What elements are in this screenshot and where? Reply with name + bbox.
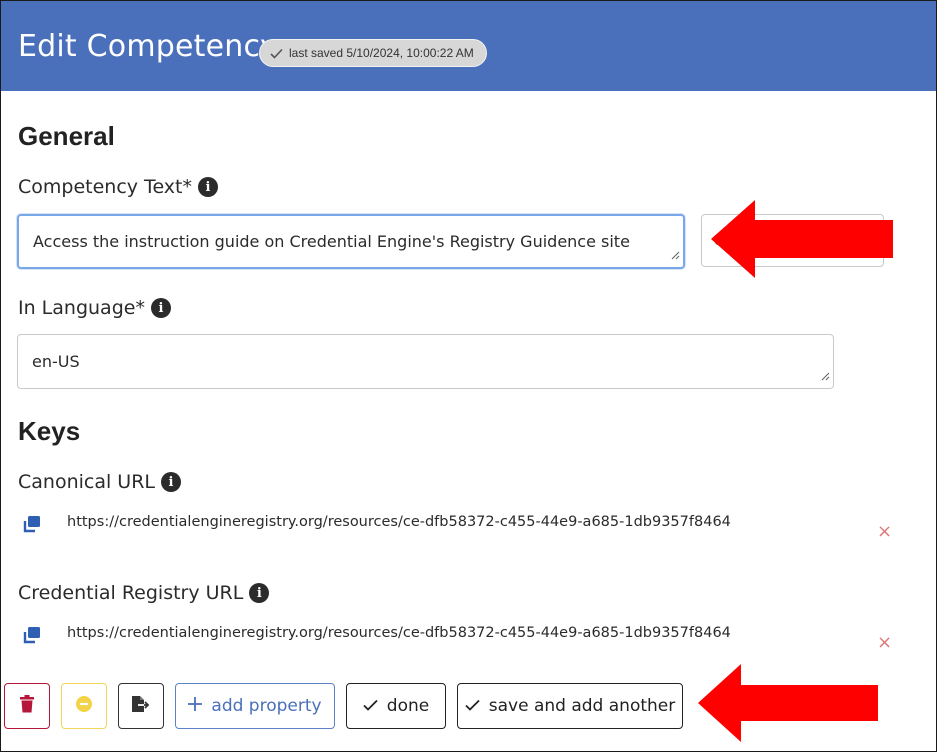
page-title: Edit Competency <box>18 29 279 64</box>
red-arrow <box>698 664 878 742</box>
minus-circle-icon <box>75 695 93 718</box>
plus-icon <box>188 696 203 716</box>
registry-url-value[interactable]: https://credentialengineregistry.org/res… <box>67 625 731 641</box>
info-icon[interactable]: i <box>249 583 270 603</box>
delete-button[interactable] <box>4 683 50 729</box>
competency-text-label: Competency Text* i <box>18 176 218 198</box>
remove-property-button[interactable] <box>61 683 107 729</box>
in-language-value: en-US <box>32 352 80 371</box>
close-icon[interactable]: × <box>877 632 892 653</box>
in-language-label-text: In Language* <box>18 297 145 319</box>
saved-status-badge: last saved 5/10/2024, 10:00:22 AM <box>259 39 487 67</box>
add-property-label: add property <box>211 696 322 716</box>
section-keys-title: Keys <box>18 416 81 446</box>
copy-icon[interactable] <box>21 513 43 540</box>
copy-icon[interactable] <box>21 624 43 651</box>
trash-icon <box>19 694 35 718</box>
save-and-add-another-label: save and add another <box>488 696 676 716</box>
check-icon <box>270 48 283 59</box>
section-general-title: General <box>18 121 115 151</box>
export-button[interactable] <box>118 683 164 729</box>
red-arrow <box>711 200 893 278</box>
check-icon <box>465 696 480 716</box>
info-icon[interactable]: i <box>198 177 218 197</box>
add-property-button[interactable]: add property <box>175 683 335 729</box>
in-language-label: In Language* i <box>18 297 171 319</box>
in-language-input[interactable]: en-US <box>17 334 834 389</box>
saved-status-text: last saved 5/10/2024, 10:00:22 AM <box>289 46 474 60</box>
canonical-url-row: https://credentialengineregistry.org/res… <box>21 513 881 543</box>
edit-competency-panel: Edit Competency last saved 5/10/2024, 10… <box>0 0 937 752</box>
competency-text-label-text: Competency Text* <box>18 176 192 198</box>
canonical-url-value[interactable]: https://credentialengineregistry.org/res… <box>67 514 731 530</box>
competency-text-value: Access the instruction guide on Credenti… <box>33 232 630 251</box>
done-label: done <box>386 696 430 716</box>
resize-grip-icon[interactable] <box>821 366 830 385</box>
panel-header: Edit Competency last saved 5/10/2024, 10… <box>1 1 936 91</box>
export-icon <box>131 695 151 718</box>
resize-grip-icon[interactable] <box>671 245 680 264</box>
info-icon[interactable]: i <box>150 298 171 318</box>
done-button[interactable]: done <box>346 683 446 729</box>
competency-text-input[interactable]: Access the instruction guide on Credenti… <box>17 214 685 269</box>
registry-url-row: https://credentialengineregistry.org/res… <box>21 624 881 654</box>
canonical-url-label: Canonical URL i <box>18 471 181 493</box>
check-icon <box>363 696 378 716</box>
info-icon[interactable]: i <box>161 472 181 492</box>
save-and-add-another-button[interactable]: save and add another <box>457 683 683 729</box>
canonical-url-label-text: Canonical URL <box>18 471 155 493</box>
registry-url-label-text: Credential Registry URL <box>18 582 244 604</box>
registry-url-label: Credential Registry URL i <box>18 582 270 604</box>
close-icon[interactable]: × <box>877 521 892 542</box>
